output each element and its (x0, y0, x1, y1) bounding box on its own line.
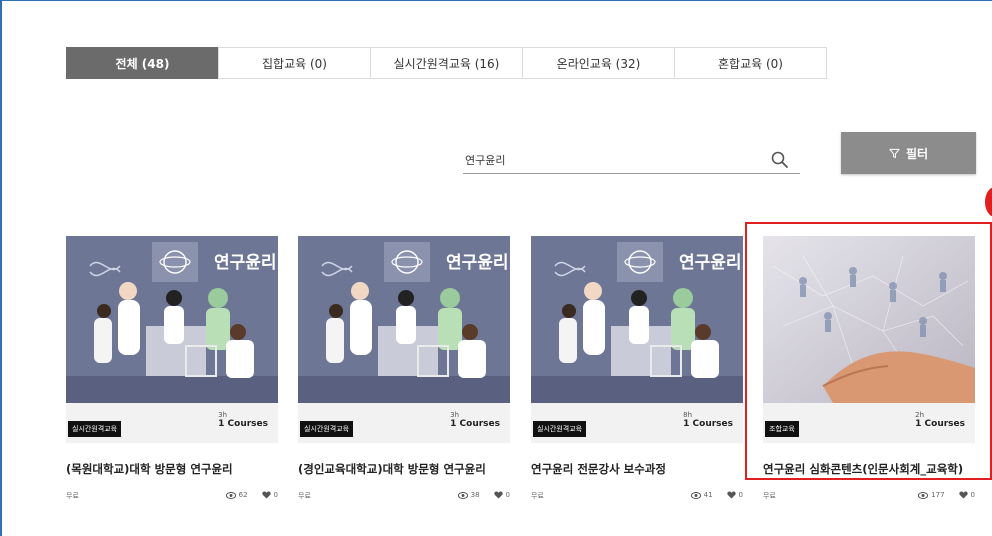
duration-hours: 3h (218, 411, 228, 419)
search-input[interactable] (465, 150, 755, 170)
course-price: 무료 (66, 492, 79, 500)
category-tabs: 전체 (48) 집합교육 (0) 실시간원격교육 (16) 온라인교육 (32)… (66, 47, 827, 79)
course-price: 무료 (298, 492, 311, 500)
eye-icon (457, 491, 468, 499)
tab-realtime-remote[interactable]: 실시간원격교육 (16) (370, 47, 523, 79)
course-stats: 41 0 (690, 491, 743, 499)
like-count: 0 (273, 491, 278, 499)
heart-icon[interactable] (958, 491, 968, 499)
heart-icon[interactable] (493, 491, 503, 499)
thumbnail-title: 연구윤리 (446, 253, 509, 273)
view-count: 177 (931, 491, 945, 499)
card-meta: 실시간원격교육 3h 1 Courses (66, 403, 278, 443)
course-type-badge: 실시간원격교육 (533, 421, 587, 437)
view-count: 41 (703, 491, 713, 499)
course-stats: 38 0 (457, 491, 510, 499)
tab-online[interactable]: 온라인교육 (32) (522, 47, 675, 79)
course-title[interactable]: (목원대학교)대학 방문형 연구윤리 (66, 461, 278, 477)
course-count: 1 Courses (450, 419, 500, 429)
course-thumbnail[interactable]: 연구윤리 (298, 236, 510, 403)
like-count: 0 (970, 491, 975, 499)
course-card[interactable]: 연구윤리 실시간원격교육 3h 1 Courses (경인교육대학교)대학 방문… (298, 236, 510, 505)
course-count: 1 Courses (683, 419, 733, 429)
filter-button-label: 필터 (905, 146, 929, 161)
like-count: 0 (505, 491, 510, 499)
heart-icon[interactable] (261, 491, 271, 499)
tab-all[interactable]: 전체 (48) (66, 47, 219, 79)
eye-icon (918, 491, 929, 499)
card-footer: 무료 41 0 (531, 491, 743, 505)
eye-icon (690, 491, 701, 499)
card-meta: 실시간원격교육 8h 1 Courses (531, 403, 743, 443)
like-count: 0 (738, 491, 743, 499)
filter-button[interactable]: 필터 (841, 132, 976, 174)
heart-icon[interactable] (726, 491, 736, 499)
course-title[interactable]: (경인교육대학교)대학 방문형 연구윤리 (298, 461, 510, 477)
thumbnail-title: 연구윤리 (679, 253, 742, 273)
card-footer: 무료 177 0 (763, 491, 975, 505)
course-price: 무료 (531, 492, 544, 500)
tab-blended[interactable]: 혼합교육 (0) (674, 47, 827, 79)
card-footer: 무료 62 0 (66, 491, 278, 505)
course-stats: 177 0 (918, 491, 975, 499)
view-count: 38 (470, 491, 480, 499)
course-thumbnail[interactable]: 연구윤리 (531, 236, 743, 403)
course-stats: 62 0 (225, 491, 278, 499)
course-card[interactable]: 연구윤리 실시간원격교육 3h 1 Courses (목원대학교)대학 방문형 … (66, 236, 278, 505)
course-count: 1 Courses (218, 419, 268, 429)
search-icon[interactable] (770, 150, 790, 170)
eye-icon (225, 491, 236, 499)
card-meta: 실시간원격교육 3h 1 Courses (298, 403, 510, 443)
course-type-badge: 실시간원격교육 (68, 421, 122, 437)
course-card[interactable]: 연구윤리 실시간원격교육 8h 1 Courses 연구윤리 전문강사 보수과정… (531, 236, 743, 505)
course-duration: 3h 1 Courses (450, 411, 500, 429)
search-box (463, 146, 800, 174)
card-footer: 무료 38 0 (298, 491, 510, 505)
filter-icon (889, 148, 900, 158)
course-duration: 3h 1 Courses (218, 411, 268, 429)
course-thumbnail[interactable]: 연구윤리 (66, 236, 278, 403)
course-duration: 8h 1 Courses (683, 411, 733, 429)
selection-highlight (745, 222, 992, 480)
course-type-badge: 실시간원격교육 (300, 421, 354, 437)
course-price: 무료 (763, 492, 776, 500)
tab-group-education[interactable]: 집합교육 (0) (218, 47, 371, 79)
duration-hours: 3h (450, 411, 460, 419)
view-count: 62 (238, 491, 248, 499)
thumbnail-title: 연구윤리 (214, 253, 277, 273)
course-title[interactable]: 연구윤리 전문강사 보수과정 (531, 461, 743, 477)
duration-hours: 8h (683, 411, 693, 419)
